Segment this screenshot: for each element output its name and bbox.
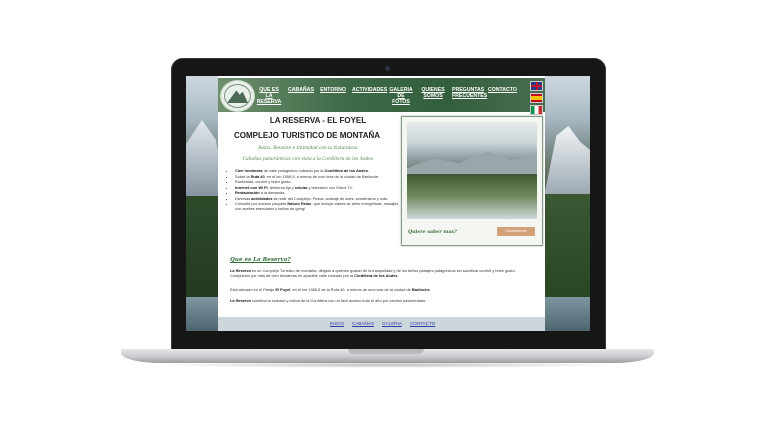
nav-label-line1: ACTIVIDADES bbox=[352, 87, 388, 93]
feature-text: de valle patagónico rodeado por la bbox=[262, 168, 325, 173]
paragraph-text: Está ubicado en el Paraje bbox=[230, 287, 276, 292]
nav-label-line2: DE FOTOS bbox=[392, 93, 410, 105]
site-footer: INICIO CABAÑAS GALERIA CONTACTO bbox=[218, 317, 545, 331]
background-lake-left bbox=[186, 297, 220, 331]
paragraph-text: combina la soledad y calma de la Cordill… bbox=[250, 298, 427, 303]
nav-label-line2: SOMOS bbox=[423, 93, 443, 99]
feature-bold: Restauración bbox=[235, 190, 260, 195]
footer-link-galeria[interactable]: GALERIA bbox=[382, 321, 402, 326]
paragraph-bold: El Foyel bbox=[275, 287, 291, 292]
camera-icon bbox=[385, 66, 390, 71]
nav-cabanas[interactable]: CABAÑAS bbox=[288, 87, 314, 107]
nav-preguntas-frecuentes[interactable]: PREGUNTAS FRECUENTES bbox=[452, 87, 487, 107]
feature-bold: Cien hectáreas bbox=[235, 168, 263, 173]
paragraph-bold: La Reserva bbox=[230, 298, 251, 303]
paragraph-bold: Bariloche bbox=[411, 287, 430, 292]
nav-label-line1: CABAÑAS bbox=[288, 87, 314, 93]
feature-text: , telefonía fija y bbox=[267, 184, 295, 190]
page-subtitle: COMPLEJO TURISTICO DE MONTAÑA bbox=[233, 131, 381, 140]
list-item: Sobre la Ruta 40, en el km 1958,5, a men… bbox=[235, 174, 401, 179]
site-header: QUE ES LA RESERVA CABAÑAS ENTORNO ACTIVID… bbox=[218, 78, 545, 115]
feature-text: Diversas bbox=[235, 195, 252, 201]
feature-text: , en el km 1958,5, a menos de una hora d… bbox=[264, 173, 380, 179]
feature-bold: Cordillera de los Andes bbox=[324, 168, 368, 173]
list-item: Restauración a la demanda. bbox=[235, 190, 401, 195]
feature-bold: celular bbox=[294, 184, 308, 190]
paragraph-3: La Reserva combina la soledad y calma de… bbox=[230, 298, 530, 304]
paragraph-text: . bbox=[397, 272, 399, 278]
list-item: Internet con WI FI, telefonía fija y cel… bbox=[235, 185, 401, 190]
nav-label-line2: LA RESERVA bbox=[256, 93, 282, 105]
photo-card: Quiere saber mas? Contactenos bbox=[401, 116, 543, 246]
list-item: Rusticidad, confort y buen gusto. bbox=[235, 179, 401, 184]
feature-text: . bbox=[367, 168, 369, 173]
section-title: Que es La Reserva? bbox=[230, 257, 291, 263]
features-list: Cien hectáreas de valle patagónico rodea… bbox=[228, 168, 401, 212]
list-item: Diversas actividades sin salir del Compl… bbox=[235, 196, 401, 201]
feature-text: Sobre la bbox=[235, 173, 251, 179]
quiere-saber-mas-text: Quiere saber mas? bbox=[408, 230, 457, 235]
language-selector bbox=[530, 81, 543, 117]
photo-field bbox=[407, 174, 537, 219]
nav-label-line1: CONTACTO bbox=[488, 87, 517, 93]
nav-galeria-de-fotos[interactable]: GALERIA DE FOTOS bbox=[388, 87, 414, 107]
footer-link-cabanas[interactable]: CABAÑAS bbox=[352, 321, 374, 326]
nav-contacto[interactable]: CONTACTO bbox=[488, 87, 517, 107]
feature-bold: Internet con WI FI bbox=[235, 184, 268, 190]
list-item: Consulte por nuestro paquete Naturo Rela… bbox=[235, 201, 401, 211]
website-page: QUE ES LA RESERVA CABAÑAS ENTORNO ACTIVID… bbox=[218, 76, 545, 331]
la-reserva-logo[interactable] bbox=[220, 80, 255, 112]
feature-text: y televisión con Direct TV. bbox=[307, 184, 354, 190]
italy-flag-icon[interactable] bbox=[530, 105, 543, 115]
footer-nav: INICIO CABAÑAS GALERIA CONTACTO bbox=[330, 321, 435, 326]
nav-actividades[interactable]: ACTIVIDADES bbox=[352, 87, 387, 107]
laptop-shadow bbox=[150, 362, 626, 368]
background-trees-right bbox=[542, 194, 590, 314]
footer-link-inicio[interactable]: INICIO bbox=[330, 321, 344, 326]
paragraph-1: La Reserva es un Complejo Turístico de m… bbox=[230, 268, 530, 279]
footer-link-contacto[interactable]: CONTACTO bbox=[410, 321, 435, 326]
paragraph-2: Está ubicado en el Paraje El Foyel, en e… bbox=[230, 287, 530, 293]
laptop-screen: QUE ES LA RESERVA CABAÑAS ENTORNO ACTIVID… bbox=[186, 76, 590, 331]
feature-bold: Ruta 40 bbox=[250, 173, 265, 179]
page-title: LA RESERVA - EL FOYEL bbox=[269, 116, 367, 125]
uk-flag-icon[interactable] bbox=[530, 81, 543, 91]
spain-flag-icon[interactable] bbox=[530, 93, 543, 103]
nav-quienes-somos[interactable]: QUIENES SOMOS bbox=[420, 87, 446, 107]
contactenos-button[interactable]: Contactenos bbox=[497, 227, 535, 236]
paragraph-bold: Cordillera de los Andes bbox=[354, 272, 398, 278]
nav-label-line1: ENTORNO bbox=[320, 87, 346, 93]
nav-que-es-la-reserva[interactable]: QUE ES LA RESERVA bbox=[256, 87, 282, 107]
feature-text: sin salir del Complejo: Pesca, avistaje … bbox=[272, 195, 389, 201]
main-nav: QUE ES LA RESERVA CABAÑAS ENTORNO ACTIVID… bbox=[256, 87, 517, 107]
laptop-notch bbox=[348, 349, 424, 354]
feature-text: Rusticidad, confort y buen gusto. bbox=[235, 179, 292, 184]
tagline-2: Cabañas panorámicas con vista a la Cordi… bbox=[242, 157, 374, 162]
nav-label-line2: FRECUENTES bbox=[452, 93, 488, 99]
paragraph-text: . bbox=[429, 287, 431, 292]
list-item: Cien hectáreas de valle patagónico rodea… bbox=[235, 168, 401, 173]
nav-entorno[interactable]: ENTORNO bbox=[320, 87, 346, 107]
feature-text: a la demanda. bbox=[259, 190, 286, 195]
paragraph-text: , en el km 1958,5 de la Ruta 40, a menos… bbox=[290, 287, 412, 292]
feature-bold: actividades bbox=[251, 195, 273, 201]
background-lake-right bbox=[542, 297, 590, 331]
tagline-1: Relax, Reunión e Intimidad con la Natura… bbox=[258, 146, 358, 151]
landscape-photo bbox=[407, 122, 537, 219]
